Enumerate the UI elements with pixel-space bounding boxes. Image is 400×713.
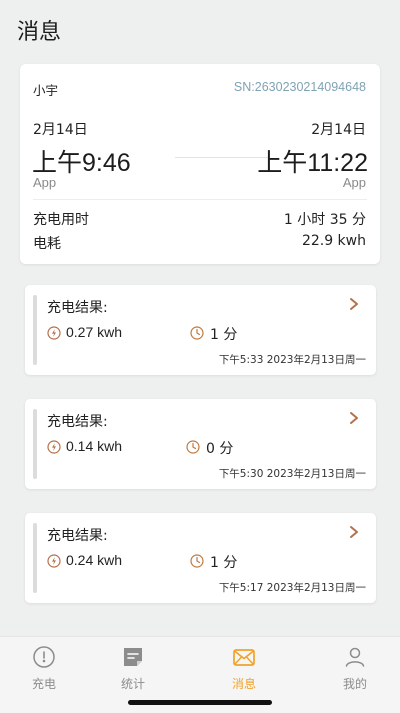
app: 消息 小宇 SN:2630230214094648 2月14日 2月14日 上午…	[0, 0, 400, 713]
energy-value: 22.9 kwh	[301, 233, 366, 249]
message-duration: 1 分	[210, 555, 238, 571]
nav-label-mine: 我的	[342, 677, 367, 691]
message-energy: 0.14 kwh	[66, 438, 123, 454]
person-icon	[345, 647, 365, 667]
bolt-icon	[47, 326, 61, 340]
chevron-right-icon[interactable]	[348, 525, 360, 539]
message-energy: 0.27 kwh	[66, 324, 123, 340]
nav-item-stats[interactable]: 统计	[103, 645, 163, 692]
duration-label: 充电用时	[33, 212, 89, 228]
message-timestamp: 下午5:30 2023年2月13日周一	[218, 468, 366, 480]
message-timestamp: 下午5:33 2023年2月13日周一	[218, 354, 366, 366]
nav-item-charge[interactable]: 充电	[14, 645, 74, 692]
nav-item-mine[interactable]: 我的	[325, 645, 385, 692]
chevron-right-icon[interactable]	[348, 411, 360, 425]
start-source: App	[33, 175, 57, 190]
divider	[33, 199, 367, 200]
nav-label-charge: 充电	[31, 677, 56, 691]
card-accent-bar	[33, 295, 37, 365]
nav-label-stats: 统计	[120, 677, 145, 691]
clock-icon	[190, 554, 204, 568]
message-card[interactable]: 充电结果: 0.27 kwh 1 分 下午5:33 2023年2月13日周一	[25, 285, 376, 375]
message-title: 充电结果:	[47, 528, 108, 544]
serial-number: SN:2630230214094648	[233, 80, 366, 94]
end-date: 2月14日	[311, 122, 366, 138]
clock-icon	[190, 326, 204, 340]
message-card[interactable]: 充电结果: 0.24 kwh 1 分 下午5:17 2023年2月13日周一	[25, 513, 376, 603]
bolt-icon	[47, 554, 61, 568]
note-icon	[124, 648, 142, 666]
chevron-right-icon[interactable]	[348, 297, 360, 311]
charging-session-card[interactable]: 小宇 SN:2630230214094648 2月14日 2月14日 上午9:4…	[20, 64, 380, 264]
message-card[interactable]: 充电结果: 0.14 kwh 0 分 下午5:30 2023年2月13日周一	[25, 399, 376, 489]
nav-item-messages[interactable]: 消息	[214, 645, 274, 692]
message-energy: 0.24 kwh	[66, 552, 123, 568]
message-duration: 0 分	[206, 441, 234, 457]
home-indicator	[128, 700, 272, 705]
message-timestamp: 下午5:17 2023年2月13日周一	[218, 582, 366, 594]
page-title: 消息	[17, 20, 62, 45]
duration-value: 1 小时 35 分	[283, 212, 366, 228]
message-duration: 1 分	[210, 327, 238, 343]
message-title: 充电结果:	[47, 414, 108, 430]
energy-label: 电耗	[33, 236, 61, 252]
card-accent-bar	[33, 523, 37, 593]
time-connector-line	[175, 157, 268, 158]
card-accent-bar	[33, 409, 37, 479]
clock-icon	[186, 440, 200, 454]
start-time: 上午9:46	[32, 149, 131, 177]
mail-icon	[233, 649, 255, 666]
user-name: 小宇	[33, 83, 59, 98]
nav-label-messages: 消息	[231, 677, 256, 691]
message-title: 充电结果:	[47, 300, 108, 316]
end-source: App	[342, 175, 366, 190]
start-date: 2月14日	[33, 122, 88, 138]
bolt-icon	[47, 440, 61, 454]
gauge-icon	[33, 646, 55, 668]
end-time: 上午11:22	[257, 149, 368, 177]
